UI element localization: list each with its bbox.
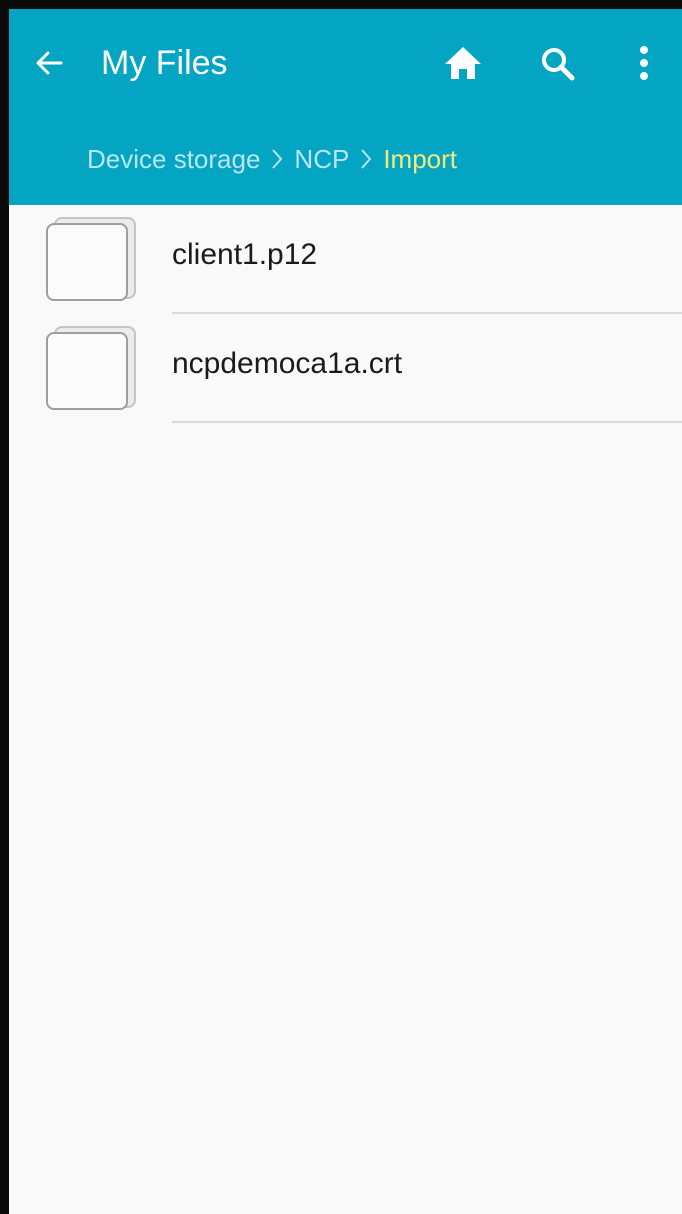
file-name: ncpdemoca1a.crt	[172, 347, 403, 380]
app-bar: My Files Device storage NCP Import	[9, 9, 682, 205]
search-button[interactable]	[533, 37, 581, 89]
row-divider	[172, 421, 682, 423]
file-list: client1.p12 ncpdemoca1a.crt	[9, 205, 682, 1214]
arrow-left-icon	[36, 51, 63, 75]
file-row-ncpdemoca1a-crt[interactable]: ncpdemoca1a.crt	[9, 314, 682, 423]
back-button[interactable]	[27, 37, 71, 89]
file-row-client1-p12[interactable]: client1.p12	[9, 205, 682, 314]
more-options-button[interactable]	[629, 37, 659, 89]
more-vertical-icon	[640, 46, 648, 80]
breadcrumb-ncp[interactable]: NCP	[294, 144, 349, 175]
home-button[interactable]	[439, 37, 487, 89]
chevron-right-icon	[260, 139, 294, 179]
home-icon	[445, 47, 481, 79]
breadcrumb-import[interactable]: Import	[383, 144, 457, 175]
chevron-right-icon	[349, 139, 383, 179]
file-icon	[46, 326, 136, 410]
search-icon	[542, 48, 575, 81]
app-title: My Files	[101, 44, 228, 82]
file-icon	[46, 217, 136, 301]
breadcrumb-device-storage[interactable]: Device storage	[87, 144, 260, 175]
breadcrumb: Device storage NCP Import	[87, 139, 457, 179]
phone-screen: My Files Device storage NCP Import clien…	[0, 0, 682, 1214]
file-name: client1.p12	[172, 238, 318, 271]
